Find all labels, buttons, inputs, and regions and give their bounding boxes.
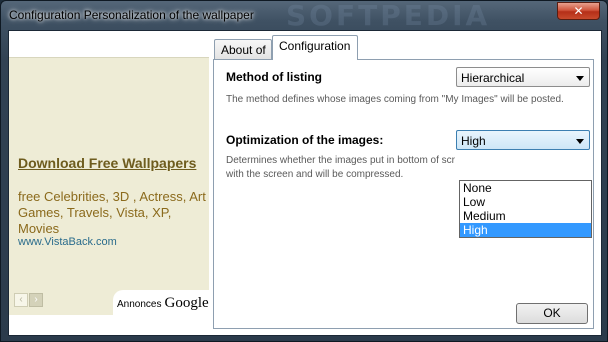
dropdown-option-none[interactable]: None [460,181,591,195]
app-window: SOFTPEDIA Configuration Personalization … [0,0,608,342]
ad-url-link[interactable]: www.VistaBack.com [18,236,117,248]
listing-method-label: Method of listing [226,70,322,84]
tab-about[interactable]: About of [214,39,272,59]
listing-method-select[interactable]: Hierarchical [456,67,590,87]
close-icon: ✕ [573,4,584,18]
chevron-down-icon [576,139,584,144]
listing-method-description: The method defines whose images coming f… [226,94,564,105]
ad-title-link[interactable]: Download Free Wallpapers [18,155,208,171]
ad-panel: Download Free Wallpapers free Celebritie… [9,57,209,316]
listing-method-value: Hierarchical [461,71,525,85]
optimization-value: High [461,134,486,148]
optimization-description-line1: Determines whether the images put in bot… [226,155,455,166]
ad-navigation: ‹ › [14,293,44,307]
chevron-left-icon: ‹ [19,294,23,305]
optimization-description-line2: with the screen and will be compressed. [226,169,404,180]
tab-configuration[interactable]: Configuration [272,35,358,60]
ok-button[interactable]: OK [516,303,588,324]
configuration-panel: Method of listing Hierarchical The metho… [213,59,594,329]
ad-next-button[interactable]: › [29,293,43,307]
optimization-label: Optimization of the images: [226,133,384,147]
annonces-label: Annonces [117,299,162,310]
ad-prev-button[interactable]: ‹ [14,293,28,307]
window-title: Configuration Personalization of the wal… [9,8,254,22]
chevron-down-icon [576,76,584,81]
dropdown-option-high[interactable]: High [460,223,591,237]
google-ads-branding[interactable]: Annonces Google [113,290,209,316]
softpedia-watermark: SOFTPEDIA [286,0,491,32]
optimization-select[interactable]: High [456,130,590,150]
ad-description: free Celebrities, 3D , Actress, Art Game… [18,189,206,236]
title-bar[interactable]: SOFTPEDIA Configuration Personalization … [1,0,607,32]
close-button[interactable]: ✕ [557,2,600,20]
optimization-dropdown-list: None Low Medium High [459,180,592,238]
dropdown-option-medium[interactable]: Medium [460,209,591,223]
dropdown-option-low[interactable]: Low [460,195,591,209]
chevron-right-icon: › [34,294,38,305]
client-area: Download Free Wallpapers free Celebritie… [8,30,602,336]
google-logo: Google [164,295,209,311]
